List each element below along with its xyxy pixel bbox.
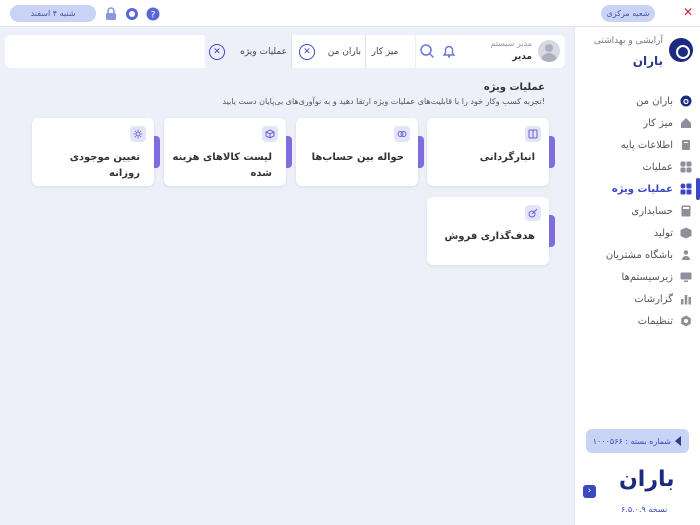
sidebar-item-accounting[interactable]: حسابداری bbox=[582, 200, 692, 222]
customers-club-icon bbox=[679, 249, 692, 262]
page-description: تجربه کسب وکار خود را با قابلیت‌های عملی… bbox=[222, 97, 545, 106]
card-title: هدف‌گذاری فروش bbox=[444, 231, 535, 242]
production-icon bbox=[679, 227, 692, 240]
operations-icon bbox=[679, 161, 692, 174]
baran-logo-icon[interactable] bbox=[669, 38, 693, 62]
brand-subtitle: آرایشی و بهداشتی bbox=[593, 36, 663, 46]
top-bar: شنبه ۴ اسفند ? شعبه مرکزی ✕ bbox=[0, 0, 700, 27]
card-title: حواله بین حساب‌ها bbox=[311, 152, 404, 163]
svg-text:?: ? bbox=[150, 10, 155, 20]
card-accent bbox=[286, 136, 292, 168]
package-label: شماره بسته : ۱۰۰۰۵۶۶ bbox=[592, 436, 671, 446]
headset-icon[interactable] bbox=[124, 6, 139, 21]
settings-icon bbox=[679, 315, 692, 328]
sidebar-nav: باران من میز کار اطلاعات پایه عملیات عمل… bbox=[582, 90, 692, 332]
help-icon[interactable]: ? bbox=[145, 6, 160, 21]
card-expensed-goods[interactable]: لیست کالاهای هزینه شده bbox=[164, 118, 292, 186]
user-role: مدیر سیستم bbox=[490, 39, 532, 48]
box-icon bbox=[262, 126, 278, 142]
lock-icon[interactable] bbox=[103, 6, 118, 21]
user-name: مدیر bbox=[512, 52, 532, 62]
baran-icon bbox=[679, 95, 692, 108]
inventory-icon bbox=[525, 126, 541, 142]
sidebar-item-label: اطلاعات پایه bbox=[620, 139, 673, 151]
package-number[interactable]: شماره بسته : ۱۰۰۰۵۶۶ bbox=[586, 429, 689, 453]
page-title: عملیات ویژه bbox=[483, 82, 545, 93]
card-transfer[interactable]: حواله بین حساب‌ها bbox=[296, 118, 424, 186]
reports-icon bbox=[679, 293, 692, 306]
tab-label: میز کار bbox=[371, 46, 399, 57]
card-sales-target[interactable]: هدف‌گذاری فروش bbox=[427, 197, 555, 265]
collapse-sidebar-button[interactable]: › bbox=[583, 485, 596, 498]
tab-special-operations[interactable]: ✕ عملیات ویژه bbox=[205, 35, 291, 68]
user-box[interactable]: مدیر سیستم مدیر bbox=[415, 35, 565, 68]
sidebar-item-customers-club[interactable]: باشگاه مشتریان bbox=[582, 244, 692, 266]
target-icon bbox=[525, 205, 541, 221]
bottom-logo: باران bbox=[619, 467, 675, 492]
sun-icon bbox=[130, 126, 146, 142]
sidebar-item-label: عملیات bbox=[642, 161, 673, 173]
special-operations-icon bbox=[679, 183, 692, 196]
sidebar-item-label: زیرسیستم‌ها bbox=[621, 271, 673, 283]
subsystems-icon bbox=[679, 271, 692, 284]
card-title: تعیین موجودی روزانه bbox=[69, 152, 140, 179]
accounting-icon bbox=[679, 205, 692, 218]
sidebar-item-settings[interactable]: تنظیمات bbox=[582, 310, 692, 332]
card-daily-stock[interactable]: تعیین موجودی روزانه bbox=[32, 118, 160, 186]
info-icon bbox=[679, 139, 692, 152]
sidebar-item-label: عملیات ویژه bbox=[611, 183, 673, 195]
card-title: لیست کالاهای هزینه شده bbox=[172, 152, 273, 179]
active-indicator bbox=[696, 178, 700, 200]
card-accent bbox=[549, 215, 555, 247]
sidebar-item-special-operations[interactable]: عملیات ویژه bbox=[582, 178, 692, 200]
tab-label: باران من bbox=[327, 46, 361, 57]
sidebar-item-label: باران من bbox=[636, 95, 673, 107]
brand-name: باران bbox=[632, 54, 663, 68]
card-accent bbox=[549, 136, 555, 168]
header-card: ✕ عملیات ویژه ✕ باران من میز کار مدیر سی… bbox=[5, 35, 565, 68]
close-icon[interactable]: ✕ bbox=[683, 5, 693, 19]
sidebar-item-label: تنظیمات bbox=[637, 315, 673, 327]
sidebar-item-label: میز کار bbox=[643, 117, 673, 129]
tab-label: عملیات ویژه bbox=[240, 46, 287, 57]
sidebar-item-production[interactable]: تولید bbox=[582, 222, 692, 244]
close-tab-icon[interactable]: ✕ bbox=[299, 43, 315, 60]
sidebar-item-desk[interactable]: میز کار bbox=[582, 112, 692, 134]
sidebar: آرایشی و بهداشتی باران باران من میز کار … bbox=[574, 27, 700, 525]
date-pill[interactable]: شنبه ۴ اسفند bbox=[10, 5, 96, 22]
version-label: نسخه ۶.۵.۰.۹ bbox=[621, 505, 668, 514]
tab-desk[interactable]: میز کار bbox=[367, 35, 403, 68]
card-accent bbox=[418, 136, 424, 168]
transfer-icon bbox=[394, 126, 410, 142]
sidebar-item-base-info[interactable]: اطلاعات پایه bbox=[582, 134, 692, 156]
brand: آرایشی و بهداشتی باران bbox=[585, 34, 693, 74]
desk-icon bbox=[679, 117, 692, 130]
sidebar-item-label: حسابداری bbox=[631, 205, 673, 217]
branch-pill[interactable]: شعبه مرکزی bbox=[601, 5, 655, 22]
sidebar-item-subsystems[interactable]: زیرسیستم‌ها bbox=[582, 266, 692, 288]
card-inventory[interactable]: انبارگردانی bbox=[427, 118, 555, 186]
caret-left-icon bbox=[675, 436, 681, 446]
card-title: انبارگردانی bbox=[479, 152, 535, 163]
tab-my-baran[interactable]: ✕ باران من bbox=[295, 35, 365, 68]
close-tab-icon[interactable]: ✕ bbox=[209, 43, 225, 60]
card-accent bbox=[154, 136, 160, 168]
tab-divider bbox=[365, 35, 366, 68]
sidebar-item-label: باشگاه مشتریان bbox=[605, 249, 673, 261]
sidebar-item-label: تولید bbox=[653, 227, 673, 239]
tab-divider bbox=[291, 35, 292, 68]
avatar[interactable] bbox=[538, 40, 560, 62]
sidebar-item-my-baran[interactable]: باران من bbox=[582, 90, 692, 112]
sidebar-item-operations[interactable]: عملیات bbox=[582, 156, 692, 178]
sidebar-item-reports[interactable]: گزارشات bbox=[582, 288, 692, 310]
sidebar-item-label: گزارشات bbox=[634, 293, 673, 305]
